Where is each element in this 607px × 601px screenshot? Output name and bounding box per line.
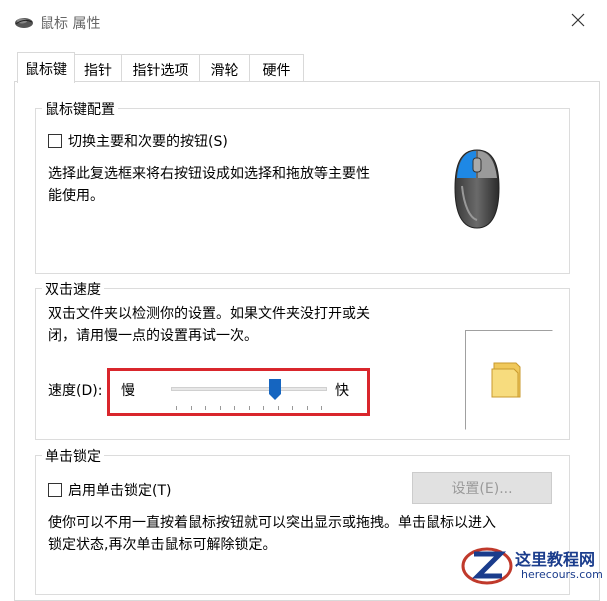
tab-label: 硬件: [262, 63, 291, 79]
test-folder-area[interactable]: [465, 330, 553, 430]
folder-icon: [490, 361, 522, 403]
tab-strip: 鼠标键 指针 指针选项 滑轮 硬件: [0, 52, 607, 83]
click-lock-checkbox[interactable]: [48, 483, 62, 497]
tab-pointers[interactable]: 指针: [74, 54, 122, 82]
tab-pointer-options[interactable]: 指针选项: [121, 54, 200, 82]
speed-highlight-box: [107, 368, 370, 416]
watermark-url: herecours.com: [521, 568, 603, 581]
tab-wheel[interactable]: 滑轮: [199, 54, 250, 82]
mouse-illustration-icon: [452, 148, 502, 234]
tab-label: 滑轮: [210, 63, 239, 79]
button-config-description-2: 能使用。: [48, 188, 104, 204]
speed-label: 速度(D):: [48, 383, 103, 399]
tab-label: 指针: [84, 63, 112, 79]
watermark-logo-icon: [460, 544, 514, 590]
group-legend: 双击速度: [42, 279, 104, 299]
tab-hardware[interactable]: 硬件: [249, 54, 304, 82]
watermark-title: 这里教程网: [515, 550, 596, 569]
double-click-description-1: 双击文件夹以检测你的设置。如果文件夹没打开或关: [48, 306, 370, 322]
group-legend: 鼠标键配置: [42, 99, 118, 119]
switch-buttons-label: 切换主要和次要的按钮(S): [68, 134, 228, 150]
close-button[interactable]: [562, 8, 594, 36]
mouse-icon: [14, 15, 34, 33]
close-icon: [571, 13, 585, 31]
click-lock-label: 启用单击锁定(T): [68, 483, 172, 499]
title-bar: 鼠标 属性: [0, 0, 607, 44]
button-config-description-1: 选择此复选框来将右按钮设成如选择和拖放等主要性: [48, 166, 370, 182]
window-title: 鼠标 属性: [40, 16, 101, 32]
settings-button-label: 设置(E)...: [451, 481, 513, 497]
tab-label: 鼠标键: [25, 62, 67, 78]
click-lock-description-1: 使你可以不用一直按着鼠标按钮就可以突出显示或拖拽。单击鼠标以进入: [48, 515, 496, 531]
switch-buttons-checkbox[interactable]: [48, 134, 62, 148]
double-click-description-2: 闭，请用慢一点的设置再试一次。: [48, 328, 258, 344]
click-lock-description-2: 锁定状态,再次单击鼠标可解除锁定。: [48, 537, 277, 553]
group-legend: 单击锁定: [42, 446, 104, 466]
tab-label: 指针选项: [132, 63, 189, 79]
click-lock-settings-button[interactable]: 设置(E)...: [412, 472, 552, 504]
tab-mouse-buttons[interactable]: 鼠标键: [17, 52, 75, 83]
